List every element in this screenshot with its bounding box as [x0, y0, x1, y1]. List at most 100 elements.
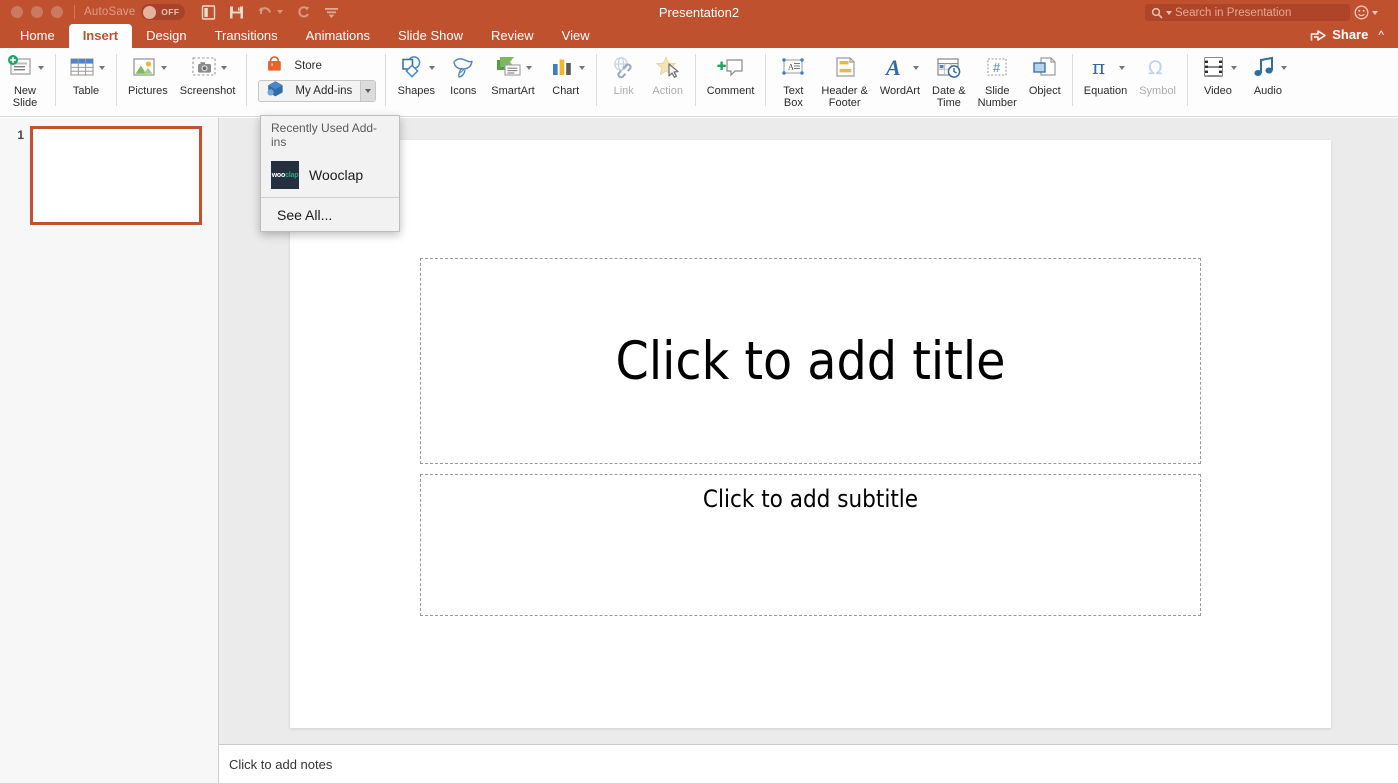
slide-canvas[interactable]: Click to add title Click to add subtitle — [290, 140, 1331, 728]
comment-button[interactable]: Comment — [701, 48, 761, 97]
tab-slide-show[interactable]: Slide Show — [384, 24, 477, 48]
screenshot-icon — [189, 53, 219, 83]
subtitle-placeholder[interactable]: Click to add subtitle — [420, 474, 1201, 616]
wooclap-logo-clap: clap — [285, 172, 298, 179]
object-icon — [1030, 54, 1060, 82]
slide-thumbnail-item[interactable]: 1 — [0, 118, 218, 225]
collapse-ribbon-icon[interactable]: ^ — [1378, 28, 1384, 42]
table-icon — [67, 54, 97, 82]
slide-thumbnail-panel: 1 — [0, 118, 219, 783]
dropdown-caret[interactable] — [161, 66, 167, 70]
ribbon-group-divider — [1187, 54, 1188, 106]
dropdown-caret[interactable] — [1281, 66, 1287, 70]
customize-toolbar-icon[interactable] — [324, 6, 339, 19]
slide-number-button[interactable]: #Slide Number — [972, 48, 1023, 109]
slide-number-icon: # — [982, 53, 1012, 83]
pictures-button[interactable]: Pictures — [122, 48, 174, 97]
shapes-icon — [397, 53, 427, 83]
equation-button[interactable]: πEquation — [1078, 48, 1133, 97]
ribbon-button-label: Object — [1029, 85, 1061, 97]
tab-view[interactable]: View — [548, 24, 604, 48]
chart-button[interactable]: Chart — [541, 48, 591, 97]
ribbon-button-label: WordArt — [880, 85, 920, 97]
action-icon — [653, 54, 683, 82]
date-time-button[interactable]: Date & Time — [926, 48, 972, 109]
search-input[interactable]: Search in Presentation — [1145, 4, 1350, 21]
title-bar: AutoSave OFF Presentatio — [0, 0, 1398, 24]
dropdown-caret[interactable] — [99, 66, 105, 70]
save-icon[interactable] — [229, 5, 244, 20]
comment-icon — [716, 53, 746, 83]
dropdown-caret[interactable] — [38, 66, 44, 70]
store-icon — [264, 53, 288, 80]
ribbon-button-label: Header & Footer — [821, 85, 867, 109]
redo-icon[interactable] — [296, 5, 311, 19]
autosave-label: AutoSave — [84, 6, 135, 18]
ribbon-button-label: Slide Number — [978, 85, 1017, 109]
my-addins-dropdown-menu: Recently Used Add-ins wooclap Wooclap Se… — [260, 115, 400, 232]
dropdown-caret[interactable] — [526, 66, 532, 70]
share-button[interactable]: Share — [1310, 27, 1368, 42]
tab-design[interactable]: Design — [132, 24, 200, 48]
video-button[interactable]: Video — [1193, 48, 1243, 97]
search-scope-caret[interactable] — [1166, 11, 1172, 15]
icons-icon — [448, 54, 478, 82]
audio-icon — [1249, 53, 1279, 83]
new-presentation-icon[interactable] — [201, 5, 216, 20]
maximize-window-button[interactable] — [51, 6, 63, 18]
menu-item-see-all[interactable]: See All... — [261, 200, 399, 231]
slide-thumbnail[interactable] — [30, 126, 202, 225]
store-button[interactable]: Store — [258, 55, 328, 77]
tab-insert[interactable]: Insert — [69, 24, 132, 48]
close-window-button[interactable] — [11, 6, 23, 18]
ribbon-button-label: Link — [614, 85, 634, 97]
header-footer-icon — [830, 53, 860, 83]
new-slide-button[interactable]: New Slide — [0, 48, 50, 109]
dropdown-caret[interactable] — [221, 66, 227, 70]
screenshot-button[interactable]: Screenshot — [174, 48, 242, 97]
ribbon-group-divider — [765, 54, 766, 106]
shapes-button[interactable]: Shapes — [391, 48, 441, 97]
ribbon-group: Shapes IconsSmartArtChart — [391, 48, 590, 117]
ribbon-button-label: Symbol — [1139, 85, 1176, 97]
feedback-menu[interactable] — [1354, 5, 1378, 20]
audio-button[interactable]: Audio — [1243, 48, 1293, 97]
ribbon-button-label: Text Box — [783, 85, 803, 109]
tab-transitions[interactable]: Transitions — [201, 24, 292, 48]
undo-icon[interactable] — [257, 5, 283, 19]
svg-text:Ω: Ω — [1148, 57, 1163, 79]
my-add-ins-button[interactable]: My Add-ins — [258, 80, 376, 102]
smartart-button[interactable]: SmartArt — [485, 48, 540, 97]
store-icon — [264, 53, 288, 77]
object-button[interactable]: Object — [1023, 48, 1067, 97]
svg-text:A: A — [884, 55, 901, 80]
minimize-window-button[interactable] — [31, 6, 43, 18]
ribbon-group: Table — [61, 48, 111, 117]
title-placeholder[interactable]: Click to add title — [420, 258, 1201, 464]
text-box-button[interactable]: AText Box — [771, 48, 815, 109]
tab-home[interactable]: Home — [6, 24, 69, 48]
dropdown-caret[interactable] — [429, 66, 435, 70]
dropdown-caret[interactable] — [579, 66, 585, 70]
notes-pane[interactable]: Click to add notes — [219, 744, 1398, 783]
table-button[interactable]: Table — [61, 48, 111, 97]
autosave-control[interactable]: AutoSave OFF — [84, 4, 185, 20]
my-addins-dropdown-caret[interactable] — [360, 81, 375, 101]
header-footer-button[interactable]: Header & Footer — [815, 48, 873, 109]
feedback-caret[interactable] — [1372, 11, 1378, 15]
dropdown-caret[interactable] — [1119, 66, 1125, 70]
ribbon-button-label: Shapes — [398, 85, 435, 97]
addin-button-label: Store — [294, 60, 322, 72]
undo-dropdown-caret[interactable] — [277, 10, 283, 14]
link-icon — [609, 53, 639, 83]
autosave-toggle[interactable]: OFF — [141, 4, 185, 20]
dropdown-caret[interactable] — [913, 66, 919, 70]
tab-animations[interactable]: Animations — [292, 24, 384, 48]
icons-button[interactable]: Icons — [441, 48, 485, 97]
wordart-button[interactable]: A WordArt — [874, 48, 926, 97]
dropdown-caret[interactable] — [1231, 66, 1237, 70]
menu-item-wooclap[interactable]: wooclap Wooclap — [261, 155, 399, 195]
share-label: Share — [1332, 27, 1368, 42]
chart-icon — [547, 54, 577, 82]
tab-review[interactable]: Review — [477, 24, 548, 48]
